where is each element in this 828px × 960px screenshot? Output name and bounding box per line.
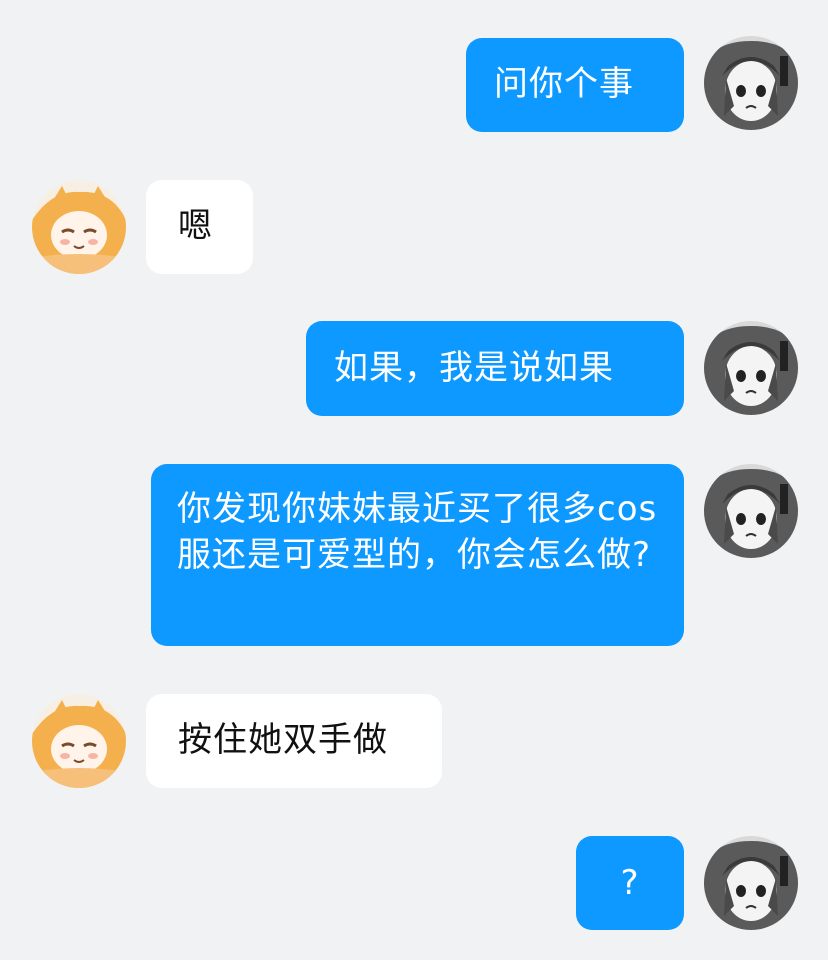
message-bubble-outgoing[interactable]: 如果，我是说如果 xyxy=(306,321,684,416)
my-avatar-icon[interactable] xyxy=(704,36,798,130)
message-bubble-outgoing[interactable]: 问你个事 xyxy=(466,38,684,132)
my-avatar-icon[interactable] xyxy=(704,464,798,558)
friend-avatar-icon[interactable] xyxy=(32,180,126,274)
my-avatar-icon[interactable] xyxy=(704,836,798,930)
message-bubble-incoming[interactable]: 嗯 xyxy=(146,180,253,274)
message-bubble-outgoing[interactable]: 你发现你妹妹最近买了很多cos服还是可爱型的，你会怎么做? xyxy=(151,464,684,646)
friend-avatar-icon[interactable] xyxy=(32,694,126,788)
chat-window: 问你个事 嗯 如果，我是说如果 你发现你妹妹最近买了很多cos服还是可爱型的，你… xyxy=(0,0,828,960)
message-bubble-incoming[interactable]: 按住她双手做 xyxy=(146,694,442,788)
my-avatar-icon[interactable] xyxy=(704,321,798,415)
message-bubble-outgoing[interactable]: ? xyxy=(576,836,684,930)
